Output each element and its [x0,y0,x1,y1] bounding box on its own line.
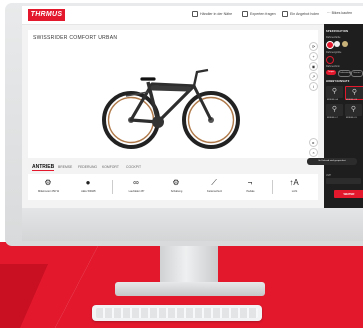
category-tabs: ANTRIEB BREMSE FEDERUNG KOMFORT COCKPIT [28,164,318,173]
tab-antrieb[interactable]: ANTRIEB [32,164,55,171]
configuration-panel: SPEZIFIKATION Rahmenfarbe Rahmengröße Ra… [324,24,363,208]
divider [112,180,113,194]
buy-link[interactable]: ··· Bikes kaufen [327,11,352,15]
play-icon[interactable]: ▸ [309,138,318,147]
frame-color-label: Rahmenfarbe [326,36,341,39]
component-pedals[interactable]: ¬ Pedale [234,176,267,198]
tab-bremse[interactable]: BREMSE [58,165,72,169]
info-icon[interactable]: i [309,82,318,91]
offer-link[interactable]: Ein Angebot holen [282,11,319,17]
size-selector[interactable] [326,56,334,64]
component-battery[interactable]: ● Akku 500Wh [72,176,105,198]
brand-logo[interactable]: THRMUS [28,9,65,21]
light-icon: ↑A [289,178,299,187]
wheel-icon: ∞ [133,178,139,187]
frame-type-option[interactable]: Tiefeinstieg [338,70,351,77]
pedal-icon: ¬ [247,178,253,187]
chain-icon: ⟋ [211,178,217,187]
share-icon[interactable]: ↗ [309,72,318,81]
component-strip: ⚙ Mittelmotor 250 W ● Akku 500Wh ∞ Laufr… [28,174,318,200]
divider [272,180,273,194]
variant-thumbnail[interactable]: ⚲ [345,104,362,116]
expert-link[interactable]: Experten fragen [242,11,276,17]
variant-thumbnail[interactable]: ⚲ [326,86,343,98]
battery-icon: ● [85,178,91,187]
keyboard [92,305,262,321]
variant-label: MODELL A [327,99,338,101]
variant-thumbnail[interactable]: ⚲ [345,86,363,100]
configurator-screen: THRMUS Händler in der Nähe Experten frag… [22,6,363,208]
component-wheels[interactable]: ∞ Laufräder 28" [120,176,153,198]
model-title: SWISSRIDER COMFORT URBAN [33,35,118,41]
top-bar: THRMUS Händler in der Nähe Experten frag… [22,6,363,25]
frame-size-label: Rahmengröße [326,51,342,54]
monitor-chin [22,208,363,241]
component-shifting[interactable]: ⚙ Schaltung [160,176,193,198]
frame-type-label: Rahmenform [326,65,340,68]
bike-illustration[interactable] [96,52,246,152]
zoom-icon[interactable]: + [309,52,318,61]
variant-label: MODELL C [327,117,339,119]
variant-thumbnail[interactable]: ⚲ [326,104,343,116]
color-swatch-white[interactable] [334,41,340,47]
component-motor[interactable]: ⚙ Mittelmotor 250 W [32,176,65,198]
price-label: UVP [326,174,331,177]
variant-label: MODELL B [346,99,357,101]
usage-heading: HOBBY/EINSATZ [326,80,350,83]
dealer-link[interactable]: Händler in der Nähe [192,11,232,17]
pin-icon [192,11,198,17]
gear-icon: ⚙ [172,178,180,187]
frame-type-option[interactable]: Herren [351,70,363,77]
component-light[interactable]: ↑A Licht [278,176,311,198]
save-tooltip: Ihr Fahrrad wird gespeichert [307,158,357,165]
color-swatch-sand[interactable] [342,41,348,47]
spec-heading: SPEZIFIKATION [326,30,349,33]
price-row [326,178,361,184]
mail-icon [282,11,288,17]
tab-federung[interactable]: FEDERUNG [78,165,97,169]
view-icon[interactable]: ◉ [309,62,318,71]
monitor-stand-base [115,282,265,296]
frame-type-option[interactable]: Trapez [326,70,336,75]
motor-icon: ⚙ [44,178,52,187]
tab-cockpit[interactable]: COCKPIT [126,165,141,169]
variant-label: MODELL D [346,117,358,119]
color-swatch-red[interactable] [326,41,334,49]
rotate-icon[interactable]: ⟳ [309,42,318,51]
component-chainguard[interactable]: ⟋ Kettenschutz [198,176,231,198]
tab-komfort[interactable]: KOMFORT [102,165,119,169]
chat-icon [242,11,248,17]
bike-preview: SWISSRIDER COMFORT URBAN ⟳ + ◉ ↗ i ▸ × [28,30,318,158]
close-icon[interactable]: × [309,148,318,157]
weiter-button[interactable]: WEITER [334,190,363,198]
